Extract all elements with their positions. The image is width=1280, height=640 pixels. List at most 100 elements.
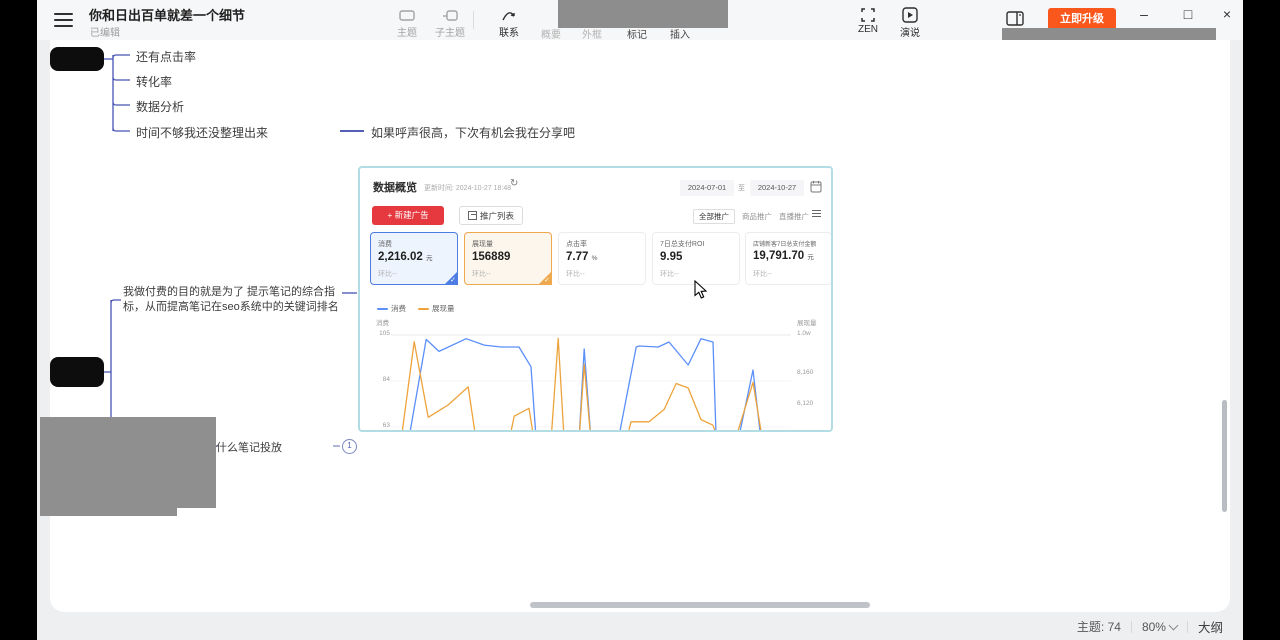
outline-button[interactable]: 大纲 bbox=[1198, 617, 1223, 636]
topic-ctr[interactable]: 还有点击率 bbox=[136, 48, 196, 65]
redacted-topic-node-1[interactable] bbox=[50, 47, 104, 71]
calendar-icon bbox=[810, 180, 822, 198]
chevron-down-icon bbox=[1169, 620, 1179, 630]
topic-analysis[interactable]: 数据分析 bbox=[136, 98, 184, 115]
topic-icon bbox=[385, 6, 429, 24]
tool-zen[interactable]: ZEN bbox=[846, 6, 890, 35]
metric-card-gmv: 店铺新客7日总支付金额 19,791.70 元 环比-- bbox=[745, 232, 832, 285]
mouse-cursor bbox=[694, 280, 708, 305]
metric-label: 展现量 bbox=[472, 239, 544, 249]
metric-value: 7.77 % bbox=[566, 251, 638, 263]
horizontal-scrollbar[interactable] bbox=[530, 602, 870, 608]
left-tick-84: 84 bbox=[372, 376, 390, 383]
metric-value: 2,216.02 元 bbox=[378, 251, 450, 263]
topic-count: 主题: 74 bbox=[1077, 618, 1121, 635]
metric-card-spend: 消费 2,216.02 元 环比-- ✓ bbox=[370, 232, 458, 285]
promo-list-label: 推广列表 bbox=[480, 210, 514, 222]
tab-product-promo: 商品推广 bbox=[742, 211, 772, 222]
tab-all-promo: 全部推广 bbox=[693, 209, 735, 224]
topic-not-ready[interactable]: 时间不够我还没整理出来 bbox=[136, 124, 268, 141]
hamburger-menu-icon[interactable] bbox=[54, 13, 73, 27]
list-view-icon bbox=[812, 210, 821, 219]
tool-topic-label: 主题 bbox=[397, 28, 417, 39]
metric-label: 店铺新客7日总支付金额 bbox=[753, 239, 824, 248]
floating-note[interactable]: 如果呼声很高，下次有机会我在分享吧 bbox=[371, 124, 575, 141]
chart-legend: 消费 展现量 bbox=[377, 303, 455, 314]
tool-marker-label[interactable]: 标记 bbox=[615, 26, 659, 41]
legend-impressions: 展现量 bbox=[418, 303, 455, 314]
maximize-button[interactable]: □ bbox=[1178, 6, 1198, 22]
legend-swatch-impressions bbox=[418, 308, 429, 310]
date-from-field: 2024-07-01 bbox=[680, 180, 734, 196]
statusbar-divider bbox=[1131, 621, 1132, 633]
zoom-control[interactable]: 80% bbox=[1142, 620, 1177, 634]
check-icon: ✓ bbox=[450, 276, 456, 284]
titlebar: 你和日出百单就差一个细节 已编辑 主题 子主题 联系 bbox=[37, 0, 1243, 40]
metric-compare: 环比-- bbox=[660, 269, 679, 279]
upgrade-button[interactable]: 立即升级 bbox=[1048, 8, 1116, 30]
tool-subtopic[interactable]: 子主题 bbox=[428, 6, 472, 39]
metric-card-impressions: 展现量 156889 环比-- ✓ bbox=[464, 232, 552, 285]
date-separator: 至 bbox=[738, 183, 745, 193]
document-title: 你和日出百单就差一个细节 bbox=[89, 5, 245, 24]
metric-compare: 环比-- bbox=[378, 269, 397, 279]
tool-present-label: 演说 bbox=[900, 28, 920, 39]
document-state: 已编辑 bbox=[90, 24, 120, 39]
check-icon: ✓ bbox=[544, 276, 550, 284]
date-to-field: 2024-10-27 bbox=[750, 180, 804, 196]
statusbar: 主题: 74 80% 大纲 bbox=[1077, 617, 1223, 636]
app-window: 你和日出百单就差一个细节 已编辑 主题 子主题 联系 bbox=[37, 0, 1243, 640]
metric-label: 7日总支付ROI bbox=[660, 239, 732, 249]
present-icon bbox=[888, 6, 932, 24]
new-ad-button: + 新建广告 bbox=[372, 206, 444, 225]
left-tick-63: 63 bbox=[372, 422, 390, 429]
embedded-dashboard-image[interactable]: 数据概览 更新时间: 2024-10-27 18:48 ↻ 2024-07-01… bbox=[358, 166, 833, 432]
grid-icon bbox=[468, 211, 477, 220]
subtopic-icon bbox=[428, 6, 472, 24]
metric-label: 点击率 bbox=[566, 239, 638, 249]
zen-mode-icon bbox=[846, 6, 890, 24]
promo-type-tabs: 全部推广 商品推广 直播推广 bbox=[693, 207, 809, 225]
redaction-box-canvas-strip bbox=[40, 508, 177, 516]
tab-live-promo: 直播推广 bbox=[779, 211, 809, 222]
minimize-button[interactable]: – bbox=[1134, 6, 1154, 22]
relation-count-badge[interactable]: 1 bbox=[342, 439, 357, 454]
tool-summary-label[interactable]: 概要 bbox=[529, 26, 573, 41]
metric-value: 156889 bbox=[472, 251, 544, 263]
tool-zen-label: ZEN bbox=[858, 24, 878, 35]
tool-boundary-label[interactable]: 外框 bbox=[570, 26, 614, 41]
metric-compare: 环比-- bbox=[472, 269, 491, 279]
topic-paid-goal[interactable]: 我做付费的目的就是为了 提示笔记的综合指标，从而提高笔记在seo系统中的关键词排… bbox=[123, 285, 357, 315]
right-axis-title: 展现量 bbox=[797, 317, 817, 327]
statusbar-divider bbox=[1187, 621, 1188, 633]
dashboard-title: 数据概览 bbox=[373, 179, 417, 195]
tool-insert-label[interactable]: 插入 bbox=[658, 26, 702, 41]
tool-topic[interactable]: 主题 bbox=[385, 6, 429, 39]
redaction-box-toolbar bbox=[558, 0, 728, 28]
dashboard-update-time: 更新时间: 2024-10-27 18:48 bbox=[424, 183, 511, 193]
toolbar-divider bbox=[473, 11, 474, 29]
legend-swatch-spend bbox=[377, 308, 388, 310]
metric-label: 消费 bbox=[378, 239, 450, 249]
left-tick-105: 105 bbox=[372, 330, 390, 337]
promo-list-button: 推广列表 bbox=[459, 206, 523, 225]
tool-subtopic-label: 子主题 bbox=[435, 28, 465, 39]
refresh-icon: ↻ bbox=[510, 178, 518, 189]
metric-card-roi: 7日总支付ROI 9.95 环比-- bbox=[652, 232, 740, 285]
tool-relation[interactable]: 联系 bbox=[487, 6, 531, 39]
close-button[interactable]: × bbox=[1217, 6, 1237, 22]
trend-chart bbox=[391, 330, 791, 430]
topic-note-placement[interactable]: 什么笔记投放 bbox=[216, 439, 282, 455]
tool-present[interactable]: 演说 bbox=[888, 6, 932, 39]
screen: 你和日出百单就差一个细节 已编辑 主题 子主题 联系 bbox=[0, 0, 1280, 640]
metric-compare: 环比-- bbox=[566, 269, 585, 279]
tool-relation-label: 联系 bbox=[499, 28, 519, 39]
redacted-topic-node-2[interactable] bbox=[50, 357, 104, 387]
topic-conversion[interactable]: 转化率 bbox=[136, 73, 172, 90]
vertical-scrollbar[interactable] bbox=[1222, 400, 1227, 512]
metric-compare: 环比-- bbox=[753, 269, 772, 279]
right-tick-6120: 6,120 bbox=[797, 400, 813, 407]
right-tick-1w: 1.0w bbox=[797, 330, 811, 337]
legend-spend: 消费 bbox=[377, 303, 406, 314]
metric-value: 19,791.70 元 bbox=[753, 250, 824, 262]
